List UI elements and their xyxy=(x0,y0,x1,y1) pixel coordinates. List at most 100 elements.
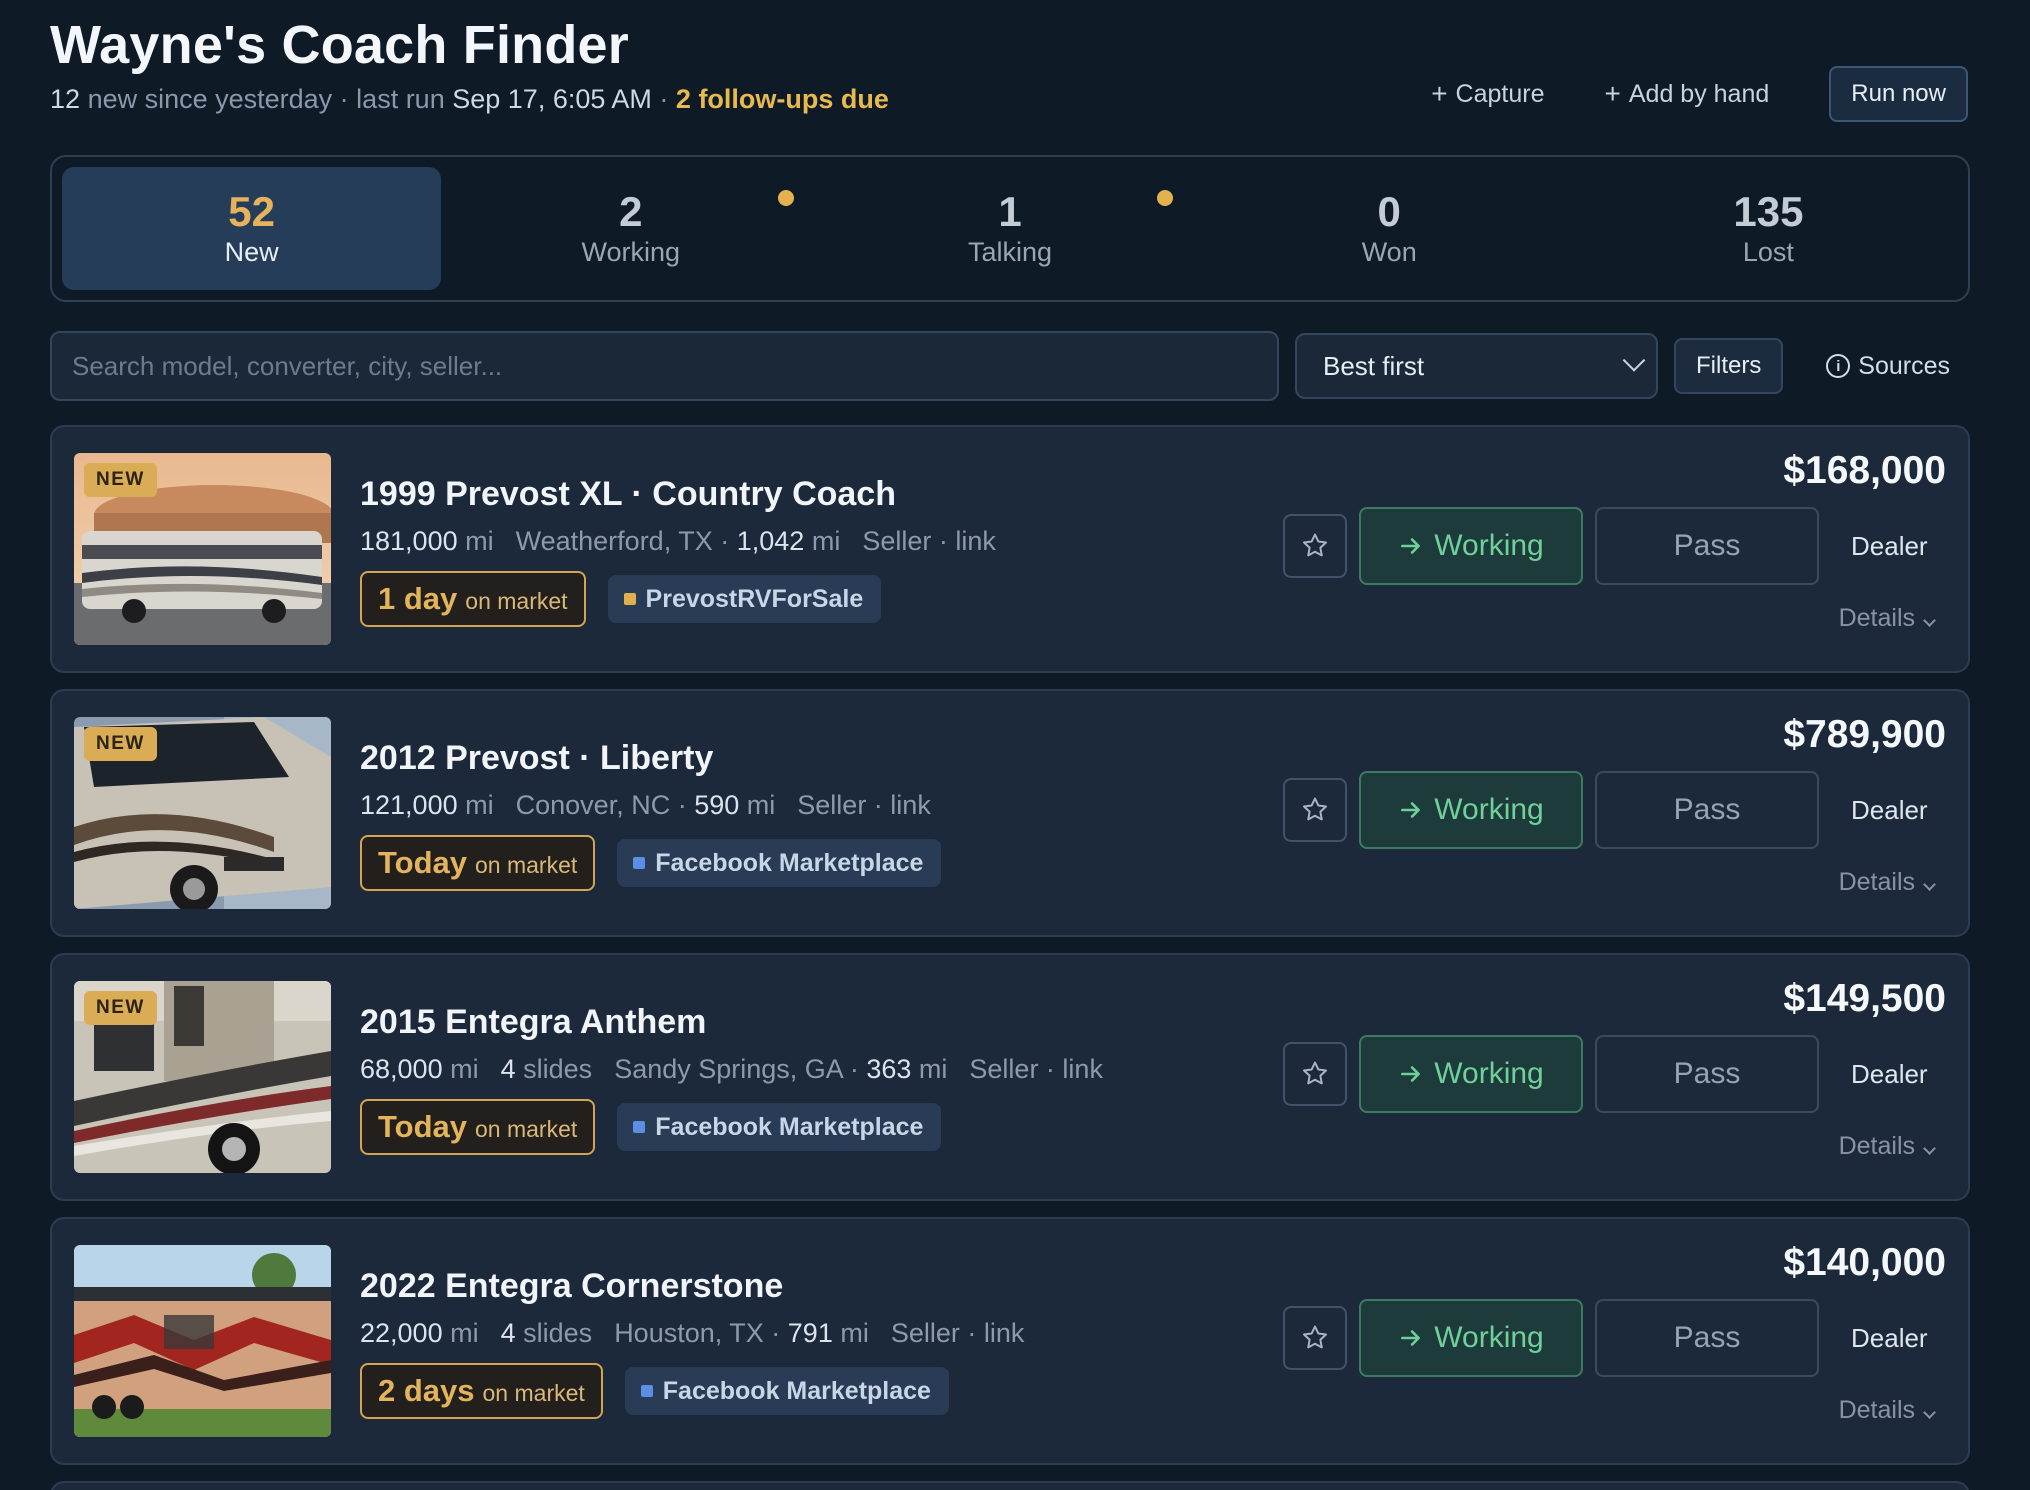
listing-card[interactable]: NEW 2015 Entegra Anthem 68,000 mi 4 slide… xyxy=(50,953,1970,1201)
listing-title[interactable]: 2022 Entegra Cornerstone xyxy=(360,1267,1024,1306)
chevron-down-icon xyxy=(1923,878,1936,891)
stage-tab-working[interactable]: 2 Working xyxy=(441,167,820,290)
chevron-down-icon xyxy=(1923,1406,1936,1419)
details-toggle[interactable]: Details xyxy=(1838,1396,1936,1425)
followups-due-link[interactable]: 2 follow-ups due xyxy=(676,84,889,114)
plus-icon: + xyxy=(1431,78,1448,109)
distance: 590 xyxy=(694,790,740,820)
filters-button[interactable]: Filters xyxy=(1674,338,1784,394)
distance: 363 xyxy=(866,1054,912,1084)
source-name: Facebook Marketplace xyxy=(655,1112,924,1141)
listing-meta: 68,000 mi 4 slides Sandy Springs, GA · 363… xyxy=(360,1054,1103,1085)
listing-card[interactable]: NEW 1999 Prevost XL · Country Coach 181,… xyxy=(50,425,1970,673)
stage-tab-won[interactable]: 0 Won xyxy=(1200,167,1579,290)
move-to-working-button[interactable]: Working xyxy=(1359,1035,1583,1113)
capture-button[interactable]: + Capture xyxy=(1431,78,1544,110)
seller-link[interactable]: Seller · link xyxy=(862,526,996,556)
listing-card[interactable]: NEW 2012 Prevost · Liberty 121,000 mi Con… xyxy=(50,689,1970,937)
new-count: 12 xyxy=(50,84,81,114)
favorite-button[interactable] xyxy=(1283,778,1347,842)
source-badge[interactable]: Facebook Marketplace xyxy=(624,1367,949,1415)
mileage: 22,000 xyxy=(360,1318,443,1348)
details-label: Details xyxy=(1838,1396,1915,1424)
chevron-down-icon xyxy=(1923,614,1936,627)
market-age: Today xyxy=(378,845,467,880)
listing-price: $149,500 xyxy=(1783,977,1946,1020)
location: Sandy Springs, GA · xyxy=(614,1054,859,1084)
pass-button[interactable]: Pass xyxy=(1595,1035,1819,1113)
source-square-icon xyxy=(623,593,636,605)
arrow-right-icon xyxy=(1401,1066,1421,1082)
listing-card[interactable]: 2022 Entegra Cornerstone 22,000 mi 4 slid… xyxy=(50,1217,1970,1465)
pass-button[interactable]: Pass xyxy=(1595,507,1819,585)
listing-actions: Working Pass Dealer xyxy=(1283,771,1928,849)
listing-price: $789,900 xyxy=(1783,713,1946,756)
new-since-text: new since yesterday · last run xyxy=(87,84,445,114)
pass-button[interactable]: Pass xyxy=(1595,771,1819,849)
run-now-button[interactable]: Run now xyxy=(1829,66,1968,122)
favorite-button[interactable] xyxy=(1283,1042,1347,1106)
working-label: Working xyxy=(1434,1057,1544,1090)
add-by-hand-button[interactable]: + Add by hand xyxy=(1605,78,1770,110)
listing-photo[interactable] xyxy=(74,1245,331,1437)
star-icon xyxy=(1303,533,1327,557)
dealer-button[interactable]: Dealer xyxy=(1851,1323,1928,1354)
days-on-market-badge: 2 days on market xyxy=(360,1363,603,1419)
favorite-button[interactable] xyxy=(1283,514,1347,578)
stage-tab-talking[interactable]: 1 Talking xyxy=(820,167,1199,290)
run-summary: 12 new since yesterday · last run Sep 17… xyxy=(50,84,889,115)
stage-tab-new[interactable]: 52 New xyxy=(62,167,442,290)
listing-info: 2022 Entegra Cornerstone 22,000 mi 4 slid… xyxy=(360,1267,1024,1419)
seller-link[interactable]: Seller · link xyxy=(969,1054,1103,1084)
listing-price: $140,000 xyxy=(1783,1241,1946,1284)
listing-photo[interactable]: NEW xyxy=(74,717,331,909)
mileage-unit: mi xyxy=(450,1318,479,1348)
move-to-working-button[interactable]: Working xyxy=(1359,1299,1583,1377)
source-badge[interactable]: Facebook Marketplace xyxy=(617,839,942,887)
details-toggle[interactable]: Details xyxy=(1838,1132,1936,1161)
seller-link[interactable]: Seller · link xyxy=(797,790,931,820)
attention-dot-icon xyxy=(1157,190,1173,206)
location: Houston, TX · xyxy=(614,1318,781,1348)
stage-count: 2 xyxy=(619,187,643,235)
listing-title[interactable]: 1999 Prevost XL · Country Coach xyxy=(360,475,996,514)
listing-photo[interactable]: NEW xyxy=(74,981,331,1173)
details-toggle[interactable]: Details xyxy=(1839,868,1936,897)
listing-actions: Working Pass Dealer xyxy=(1283,507,1928,585)
dealer-button[interactable]: Dealer xyxy=(1851,1059,1928,1090)
move-to-working-button[interactable]: Working xyxy=(1359,771,1583,849)
pass-button[interactable]: Pass xyxy=(1595,1299,1819,1377)
listing-tags: 1 day on market PrevostRVForSale xyxy=(360,571,996,627)
details-label: Details xyxy=(1838,1132,1915,1160)
mileage: 121,000 xyxy=(360,790,458,820)
slides-unit: slides xyxy=(523,1054,593,1084)
stage-label: Talking xyxy=(967,237,1053,268)
new-badge: NEW xyxy=(84,463,157,497)
listing-card[interactable] xyxy=(50,1481,1970,1490)
source-badge[interactable]: Facebook Marketplace xyxy=(617,1103,942,1151)
sources-button[interactable]: i Sources xyxy=(1826,352,1950,381)
listing-info: 2015 Entegra Anthem 68,000 mi 4 slides San… xyxy=(360,1003,1103,1155)
sort-select[interactable]: Best first xyxy=(1295,333,1658,399)
attention-dot-icon xyxy=(777,190,794,206)
source-name: Facebook Marketplace xyxy=(662,1376,931,1405)
list-toolbar: Best first Filters i Sources xyxy=(50,331,1970,401)
listing-title[interactable]: 2012 Prevost · Liberty xyxy=(360,739,941,778)
listing-meta: 181,000 mi Weatherford, TX · 1,042 mi Sell… xyxy=(360,526,996,557)
seller-link[interactable]: Seller · link xyxy=(891,1318,1025,1348)
search-input[interactable] xyxy=(72,350,1257,382)
listing-actions: Working Pass Dealer xyxy=(1283,1299,1928,1377)
listing-photo[interactable]: NEW xyxy=(74,453,331,645)
listing-title[interactable]: 2015 Entegra Anthem xyxy=(360,1003,1103,1042)
dealer-button[interactable]: Dealer xyxy=(1851,795,1928,826)
move-to-working-button[interactable]: Working xyxy=(1359,507,1583,585)
source-badge[interactable]: PrevostRVForSale xyxy=(607,575,882,623)
details-label: Details xyxy=(1838,604,1915,632)
stage-tab-lost[interactable]: 135 Lost xyxy=(1579,167,1958,290)
favorite-button[interactable] xyxy=(1283,1306,1347,1370)
distance: 791 xyxy=(787,1318,833,1348)
details-toggle[interactable]: Details xyxy=(1838,604,1936,633)
source-square-icon xyxy=(633,857,646,869)
dealer-button[interactable]: Dealer xyxy=(1851,531,1928,562)
mileage: 68,000 xyxy=(360,1054,443,1084)
